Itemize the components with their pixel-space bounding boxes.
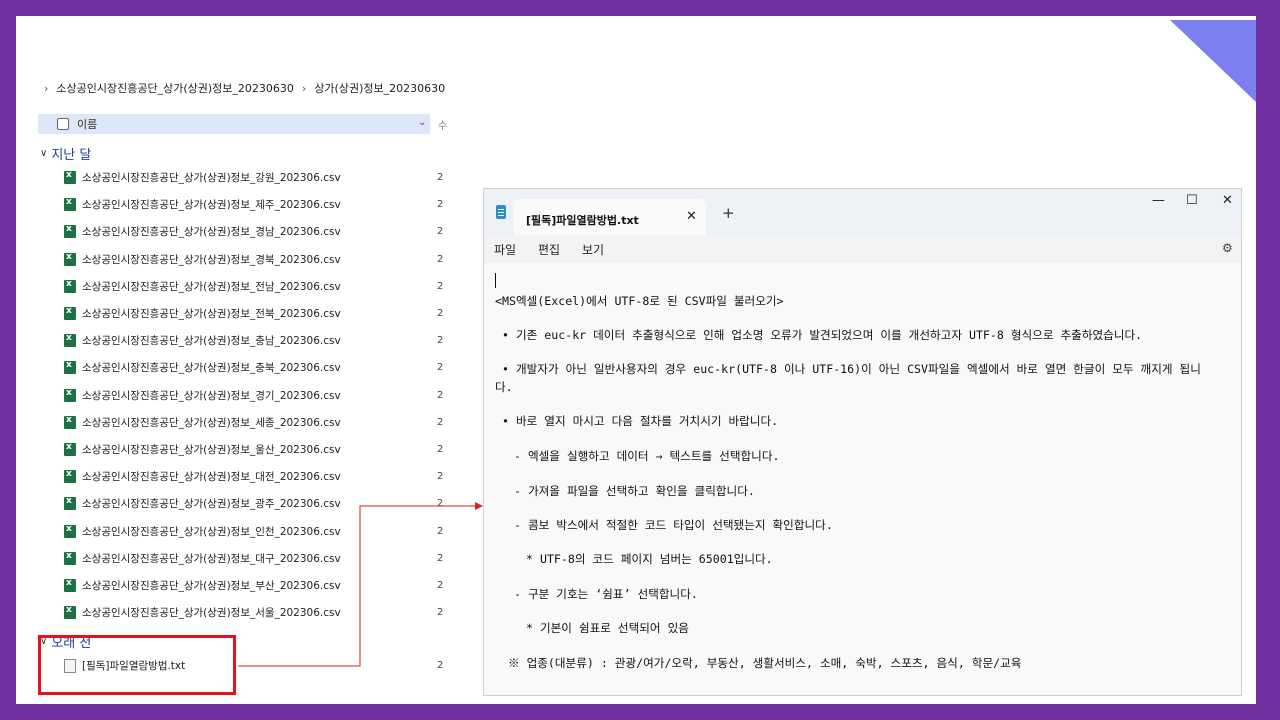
editor-line: • 기존 euc-kr 데이터 추출형식으로 인해 업소명 오류가 발견되었으며…: [502, 328, 1143, 342]
editor-line: - 구분 기호는 ‘쉼표’ 선택합니다.: [514, 587, 698, 601]
tab-readme[interactable]: [필독]파일열람방법.txt ✕: [514, 199, 706, 235]
notepad-window: [필독]파일열람방법.txt ✕ + — ☐ ✕ 파일 편집 보기 ⚙ <MS엑…: [483, 188, 1242, 696]
editor-line: - 콤보 박스에서 적절한 코드 타입이 선택됐는지 확인합니다.: [514, 518, 833, 532]
menu-bar: 파일 편집 보기 ⚙: [484, 235, 1241, 264]
close-window-button[interactable]: ✕: [1222, 193, 1233, 208]
slide: › 소상공인시장진흥공단_상가(상권)정보_20230630 › 상가(상권)정…: [16, 16, 1256, 704]
text-caret: [495, 273, 496, 288]
plus-icon[interactable]: +: [722, 204, 735, 222]
gear-icon[interactable]: ⚙: [1222, 241, 1233, 255]
close-icon[interactable]: ✕: [686, 209, 697, 224]
menu-edit[interactable]: 편집: [538, 241, 560, 258]
editor-line: • 바로 열지 마시고 다음 절차를 거치시기 바랍니다.: [502, 414, 779, 428]
minimize-button[interactable]: —: [1152, 193, 1165, 208]
editor-line: ※ 업종(대분류) : 관광/여가/오락, 부동산, 생활서비스, 소매, 숙박…: [508, 656, 1022, 670]
editor-line: * 기본이 쉼표로 선택되어 있음: [526, 621, 689, 635]
editor-line: • 개발자가 아닌 일반사용자의 경우 euc-kr(UTF-8 이나 UTF-…: [502, 362, 1201, 376]
notepad-icon: [496, 205, 506, 219]
editor-line: <MS엑셀(Excel)에서 UTF-8로 된 CSV파일 불러오기>: [495, 294, 784, 308]
title-bar: [필독]파일열람방법.txt ✕ + — ☐ ✕: [484, 189, 1241, 235]
editor-line: * UTF-8의 코드 페이지 넘버는 65001입니다.: [526, 552, 773, 566]
editor-line: 다.: [495, 380, 513, 394]
text-editor[interactable]: <MS엑셀(Excel)에서 UTF-8로 된 CSV파일 불러오기> • 기존…: [484, 263, 1241, 695]
menu-view[interactable]: 보기: [582, 241, 604, 258]
editor-line: - 가져올 파일을 선택하고 확인을 클릭합니다.: [514, 484, 755, 498]
menu-file[interactable]: 파일: [494, 241, 516, 258]
tab-title: [필독]파일열람방법.txt: [526, 214, 639, 227]
editor-line: - 엑셀을 실행하고 데이터 → 텍스트를 선택합니다.: [514, 449, 780, 463]
maximize-button[interactable]: ☐: [1186, 193, 1198, 208]
